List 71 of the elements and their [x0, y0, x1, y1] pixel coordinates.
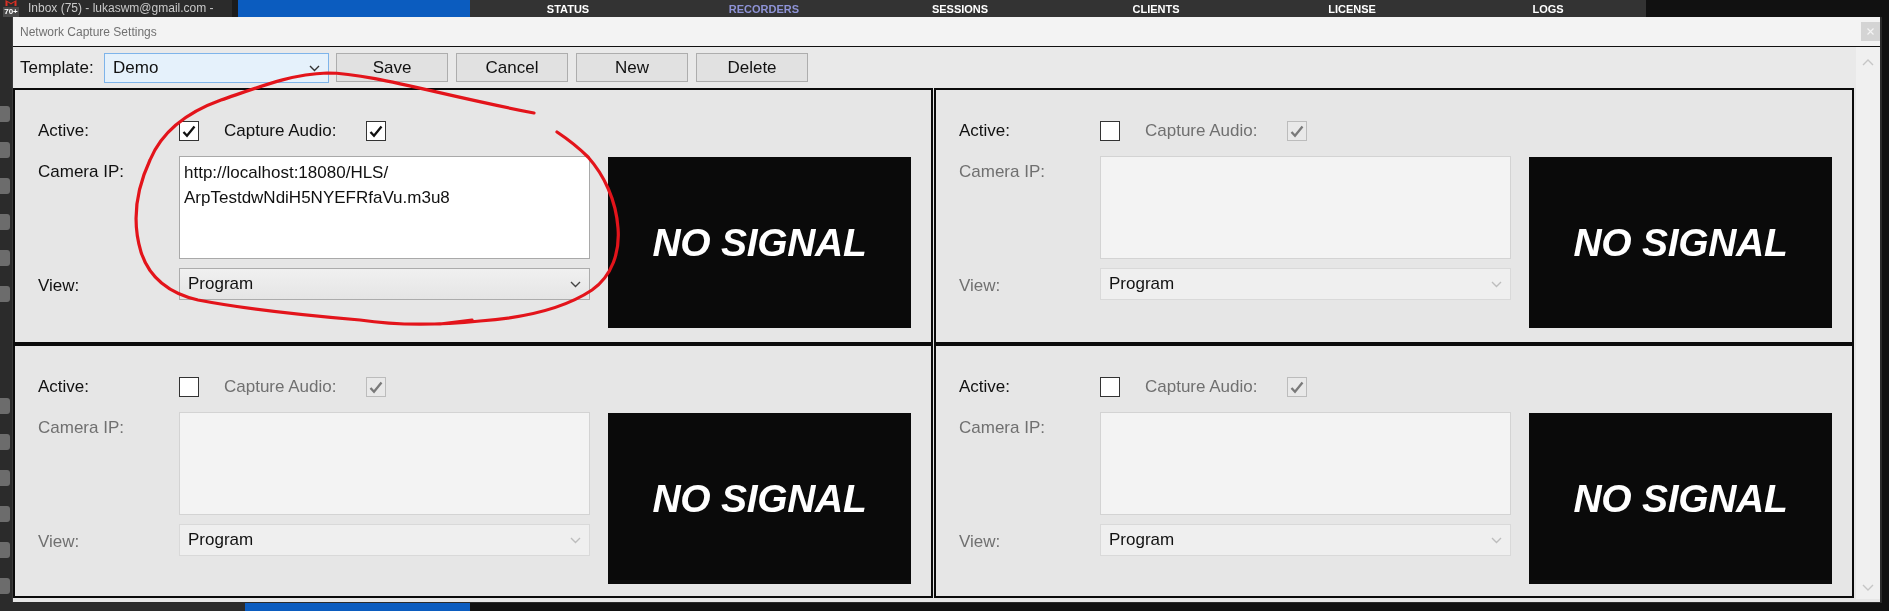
tab-icon[interactable] [0, 250, 10, 266]
tab-title: Inbox (75) - lukaswm@gmail.com - [28, 0, 214, 17]
no-signal-preview: NO SIGNAL [608, 413, 911, 584]
tab-icon[interactable] [0, 286, 10, 302]
camera-ip-label: Camera IP: [959, 162, 1045, 182]
tab-icon[interactable] [0, 578, 10, 594]
active-checkbox[interactable] [1100, 377, 1120, 397]
chevron-down-icon[interactable] [1862, 584, 1874, 591]
capture-audio-label: Capture Audio: [1145, 377, 1258, 397]
tab-icon[interactable] [0, 106, 10, 122]
checkmark-icon [369, 380, 383, 394]
nav-tab[interactable]: SESSIONS [931, 1, 989, 16]
checkmark-icon [369, 124, 383, 138]
camera-ip-label: Camera IP: [38, 418, 124, 438]
view-label: View: [959, 276, 1001, 296]
nav-tab[interactable]: STATUS [546, 1, 590, 16]
active-label: Active: [38, 377, 90, 397]
tab-icon[interactable] [0, 434, 10, 450]
tab-icon[interactable] [0, 214, 10, 230]
nav-tab[interactable]: CLIENTS [1132, 1, 1180, 16]
close-button[interactable] [1861, 22, 1880, 41]
active-label: Active: [38, 121, 90, 141]
active-label: Active: [959, 377, 1011, 397]
capture-audio-label: Capture Audio: [224, 377, 337, 397]
view-label: View: [959, 532, 1001, 552]
active-checkbox[interactable] [179, 377, 199, 397]
checkmark-icon [1290, 380, 1304, 394]
chevron-down-icon [1491, 536, 1502, 544]
template-label: Template: [20, 57, 95, 79]
camera-ip-label: Camera IP: [959, 418, 1045, 438]
toolbar-button[interactable]: New [576, 53, 688, 82]
checkmark-icon [1290, 124, 1304, 138]
tab-icon[interactable] [0, 506, 10, 522]
toolbar-button[interactable]: Delete [696, 53, 808, 82]
tab-icon[interactable] [0, 470, 10, 486]
checkmark-icon [182, 124, 196, 138]
template-dropdown[interactable]: Demo [104, 53, 329, 83]
chevron-down-icon [1491, 280, 1502, 288]
tab-icon[interactable] [0, 142, 10, 158]
window-title: Network Capture Settings [20, 24, 157, 39]
tab-icon[interactable] [0, 542, 10, 558]
scrollbar[interactable] [1856, 47, 1880, 599]
chevron-down-icon [570, 536, 581, 544]
nav-tab[interactable]: RECORDERS [728, 1, 800, 16]
active-label: Active: [959, 121, 1011, 141]
tab-icon[interactable] [0, 178, 10, 194]
camera-ip-label: Camera IP: [38, 162, 124, 182]
tab-icon[interactable] [0, 398, 10, 414]
no-signal-preview: NO SIGNAL [608, 157, 911, 328]
view-label: View: [38, 532, 80, 552]
nav-tab[interactable]: LICENSE [1328, 1, 1376, 16]
chevron-down-icon [309, 64, 320, 72]
active-checkbox[interactable] [179, 121, 199, 141]
no-signal-preview: NO SIGNAL [1529, 413, 1832, 584]
envelope-icon [5, 0, 17, 6]
camera-ip-field[interactable]: http://localhost:18080/HLS/ArpTestdwNdiH5NYEFRfaVu.m3u8 [179, 156, 590, 259]
toolbar-button[interactable]: Save [336, 53, 448, 82]
active-checkbox[interactable] [1100, 121, 1120, 141]
no-signal-preview: NO SIGNAL [1529, 157, 1832, 328]
view-label: View: [38, 276, 80, 296]
close-icon [1867, 28, 1874, 35]
capture-audio-checkbox[interactable] [366, 121, 386, 141]
toolbar-button[interactable]: Cancel [456, 53, 568, 82]
mail-tab[interactable]: 70+ Inbox (75) - lukaswm@gmail.com - [0, 0, 238, 17]
view-dropdown[interactable]: Program [179, 268, 590, 300]
notification-badge: 70+ [3, 7, 19, 17]
capture-audio-label: Capture Audio: [1145, 121, 1258, 141]
chevron-down-icon [570, 280, 581, 288]
capture-audio-label: Capture Audio: [224, 121, 337, 141]
chevron-up-icon[interactable] [1862, 59, 1874, 66]
nav-tab[interactable]: LOGS [1532, 1, 1564, 16]
